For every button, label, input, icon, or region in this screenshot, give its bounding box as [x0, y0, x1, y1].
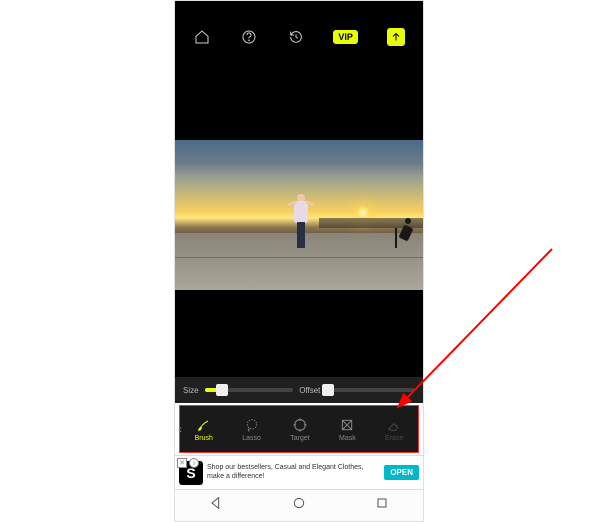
back-chevron-icon[interactable]: ‹	[178, 422, 182, 436]
background-person	[395, 218, 415, 248]
tool-row: ‹ Brush Lasso Target Mask Erase	[179, 405, 419, 453]
offset-slider[interactable]	[326, 388, 415, 392]
photo-preview	[175, 140, 423, 290]
size-label: Size	[183, 386, 199, 395]
help-icon[interactable]	[240, 28, 258, 46]
top-toolbar: VIP	[175, 21, 423, 53]
ad-open-button[interactable]: OPEN	[384, 465, 419, 480]
ad-info-icon[interactable]: i	[189, 458, 199, 468]
vip-badge[interactable]: VIP	[333, 30, 358, 44]
target-tool-label: Target	[290, 435, 309, 442]
ad-close-icon[interactable]: ✕	[177, 458, 187, 468]
nav-recent-icon[interactable]	[374, 495, 390, 516]
offset-label: Offset	[299, 386, 320, 395]
mask-tool-label: Mask	[339, 435, 356, 442]
ad-banner[interactable]: ✕ i S Shop our bestsellers, Casual and E…	[175, 455, 423, 489]
erase-tool-label: Erase	[385, 435, 403, 442]
erase-tool[interactable]: Erase	[385, 417, 403, 442]
mask-tool[interactable]: Mask	[339, 417, 356, 442]
slider-row: Size Offset	[175, 377, 423, 403]
status-bar	[175, 1, 423, 21]
subject-person	[294, 194, 308, 249]
ad-text: Shop our bestsellers, Casual and Elegant…	[207, 464, 380, 481]
history-icon[interactable]	[287, 28, 305, 46]
brush-tool-label: Brush	[195, 435, 213, 442]
target-tool[interactable]: Target	[290, 417, 309, 442]
size-slider[interactable]	[205, 388, 294, 392]
nav-home-icon[interactable]	[291, 495, 307, 516]
android-nav-bar	[175, 489, 423, 521]
lasso-tool[interactable]: Lasso	[242, 417, 261, 442]
phone-frame: VIP Size Offset	[174, 0, 424, 522]
brush-tool[interactable]: Brush	[195, 417, 213, 442]
editor-canvas[interactable]	[175, 53, 423, 377]
lasso-tool-label: Lasso	[242, 435, 261, 442]
home-icon[interactable]	[193, 28, 211, 46]
export-button[interactable]	[387, 28, 405, 46]
nav-back-icon[interactable]	[208, 495, 224, 516]
